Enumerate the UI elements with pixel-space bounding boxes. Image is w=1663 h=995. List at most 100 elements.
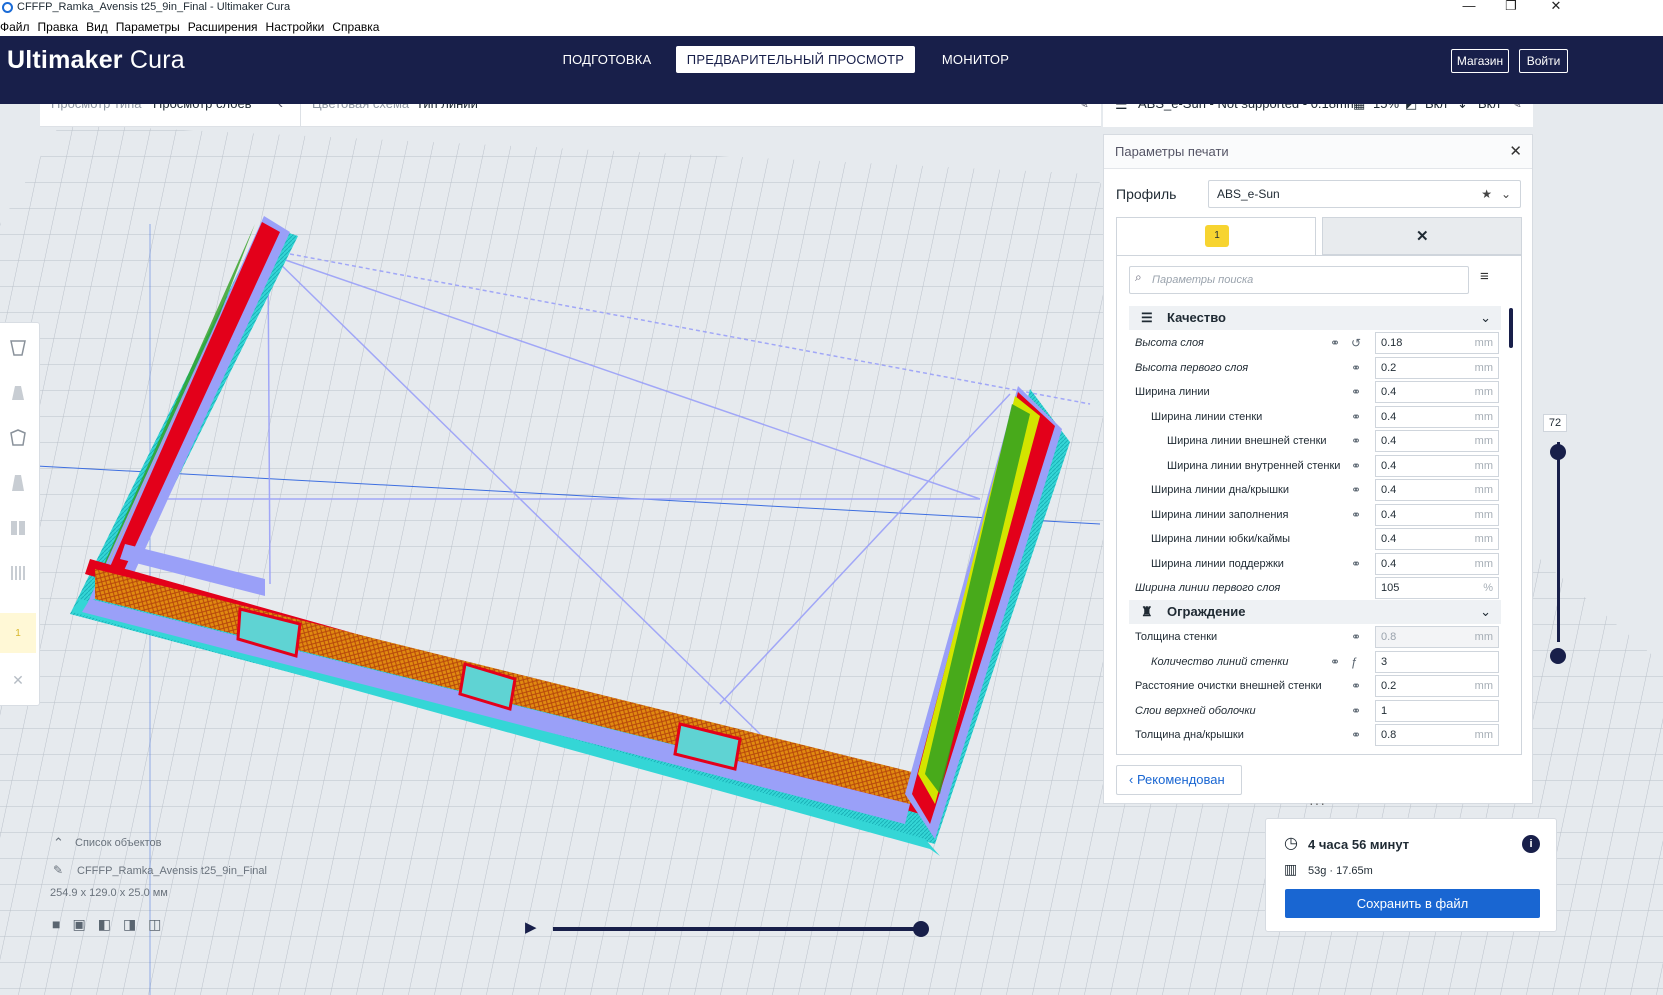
color-scheme-select[interactable]: Тип линии <box>416 104 478 127</box>
collapse-chevron-icon[interactable]: ‹ <box>278 104 283 127</box>
support-blocker-icon[interactable] <box>0 553 36 593</box>
link-icon[interactable]: ⚭ <box>1351 503 1361 527</box>
settings-list[interactable]: Параметры поиска ⌕ ≡ ☰ Качество ⌄ Высота… <box>1116 255 1522 755</box>
stage-monitor[interactable]: МОНИТОР <box>928 46 1023 73</box>
setting-label: Ширина линии стенки <box>1151 410 1263 423</box>
3d-view-icon[interactable]: ■ <box>52 916 60 933</box>
front-view-icon[interactable]: ▣ <box>72 916 85 933</box>
view-type-select[interactable]: Просмотр слоёв <box>153 104 252 127</box>
category-shell[interactable]: ♜ Ограждение ⌄ <box>1129 600 1501 624</box>
layer-slider[interactable]: 72 <box>1543 414 1567 674</box>
upper-layer-handle[interactable] <box>1550 444 1566 460</box>
setting-value-input[interactable]: 0.4 mm <box>1375 381 1499 403</box>
setting-label: Ширина линии внешней стенки <box>1167 435 1327 447</box>
scale-tool-icon[interactable] <box>0 373 36 413</box>
menu-view[interactable]: Вид <box>86 19 108 36</box>
menu-help[interactable]: Справка <box>332 19 379 36</box>
category-quality[interactable]: ☰ Качество ⌄ <box>1129 306 1501 330</box>
menu-edit[interactable]: Правка <box>38 19 79 36</box>
stage-prepare[interactable]: ПОДГОТОВКА <box>548 46 666 73</box>
star-icon[interactable]: ★ <box>1481 181 1492 207</box>
link-icon[interactable]: ⚭ <box>1351 478 1361 502</box>
resize-handle-icon[interactable]: ··· <box>1309 795 1326 811</box>
maximize-button[interactable]: ❐ <box>1488 0 1534 13</box>
link-icon[interactable]: ⚭ <box>1351 723 1361 747</box>
link-icon[interactable]: ⚭ <box>1351 674 1361 698</box>
extruder-1-icon[interactable]: 1 <box>0 613 36 653</box>
function-icon[interactable]: ƒ <box>1351 650 1358 674</box>
extruder-tab-2[interactable]: ✕ <box>1322 217 1522 255</box>
layer-path-slider[interactable]: ▶ <box>520 917 930 939</box>
path-slider-handle[interactable] <box>913 921 929 937</box>
link-icon[interactable]: ⚭ <box>1351 429 1361 453</box>
minimize-button[interactable]: — <box>1446 0 1492 13</box>
object-dimensions: 254.9 x 129.0 x 25.0 мм <box>50 887 168 899</box>
save-to-file-button[interactable]: Сохранить в файл <box>1285 889 1540 918</box>
left-view-icon[interactable]: ◨ <box>123 916 136 933</box>
menu-settings[interactable]: Параметры <box>116 19 180 36</box>
layer-number-input[interactable]: 72 <box>1543 414 1567 432</box>
setting-value-input[interactable]: 0.4 mm <box>1375 479 1499 501</box>
close-window-button[interactable]: ✕ <box>1533 0 1579 13</box>
extruder-tab-1[interactable]: 1 <box>1116 217 1316 255</box>
settings-menu-icon[interactable]: ≡ <box>1480 268 1489 285</box>
setting-value-input[interactable]: 0.2 mm <box>1375 356 1499 379</box>
menu-file[interactable]: Файл <box>0 19 30 36</box>
setting-value-input[interactable]: 0.4 mm <box>1375 552 1499 575</box>
print-setup-summary[interactable]: ☰ ABS_e-Sun - Not supported - 0.18mm ▦ 1… <box>1103 104 1533 127</box>
setting-row: Ширина линии стенки ⚭ 0.4 mm <box>1135 405 1515 429</box>
search-input[interactable]: Параметры поиска <box>1129 266 1469 294</box>
menu-extensions[interactable]: Расширения <box>188 19 258 36</box>
setting-value-input[interactable]: 0.4 mm <box>1375 454 1499 477</box>
disabled-extruder-icon: ✕ <box>1416 228 1429 245</box>
setting-row: Ширина линии внутренней стенки ⚭ 0.4 mm <box>1135 454 1515 478</box>
edit-settings-icon[interactable]: ✎ <box>1511 104 1522 127</box>
mirror-tool-icon[interactable] <box>0 463 36 503</box>
setting-value-input[interactable]: 0.4 mm <box>1375 430 1499 452</box>
link-icon[interactable]: ⚭ <box>1351 552 1361 576</box>
setting-value-input[interactable]: 0.2 mm <box>1375 675 1499 697</box>
link-icon[interactable]: ⚭ <box>1351 454 1361 478</box>
recommended-button[interactable]: ‹ Рекомендован <box>1116 765 1242 795</box>
lower-layer-handle[interactable] <box>1550 648 1566 664</box>
stage-preview[interactable]: ПРЕДВАРИТЕЛЬНЫЙ ПРОСМОТР <box>676 46 915 73</box>
marketplace-button[interactable]: Магазин <box>1451 49 1509 73</box>
rotate-tool-icon[interactable] <box>0 418 36 458</box>
link-icon[interactable]: ⚭ <box>1351 356 1361 380</box>
link-icon[interactable]: ⚭ <box>1351 625 1361 649</box>
profile-select[interactable]: ABS_e-Sun ★ ⌄ <box>1208 180 1521 208</box>
play-icon[interactable]: ▶ <box>525 918 537 936</box>
link-icon[interactable]: ⚭ <box>1351 380 1361 404</box>
link-icon[interactable]: ⚭ <box>1330 331 1340 355</box>
object-list-title[interactable]: Список объектов <box>75 837 275 849</box>
setting-value-input[interactable]: 0.8 mm <box>1375 626 1499 648</box>
setting-row: Ширина линии заполнения ⚭ 0.4 mm <box>1135 503 1515 527</box>
setting-row: Слои верхней оболочки ⚭ 1 <box>1135 699 1515 723</box>
setting-value-input[interactable]: 0.4 mm <box>1375 528 1499 550</box>
link-icon[interactable]: ⚭ <box>1351 405 1361 429</box>
pencil-icon[interactable]: ✎ <box>1078 104 1089 127</box>
setting-value-input[interactable]: 0.4 mm <box>1375 405 1499 428</box>
signin-button[interactable]: Войти <box>1519 49 1568 73</box>
setting-value-input[interactable]: 0.8 mm <box>1375 724 1499 746</box>
move-tool-icon[interactable] <box>0 328 36 368</box>
per-model-settings-icon[interactable] <box>0 508 36 548</box>
info-icon[interactable]: i <box>1522 835 1540 853</box>
close-icon[interactable]: ✕ <box>1509 135 1522 169</box>
link-icon[interactable]: ⚭ <box>1330 650 1340 674</box>
menu-preferences[interactable]: Настройки <box>266 19 325 36</box>
top-view-icon[interactable]: ◧ <box>98 916 111 933</box>
extruder-disabled-icon[interactable]: ✕ <box>0 660 36 700</box>
setting-value-input[interactable]: 105% <box>1375 577 1499 599</box>
link-icon[interactable]: ⚭ <box>1351 699 1361 723</box>
setting-label: Расстояние очистки внешней стенки <box>1135 680 1322 692</box>
summary-adhesion: Вкл <box>1478 104 1500 127</box>
right-view-icon[interactable]: ◫ <box>148 916 161 933</box>
chevron-up-icon[interactable]: ⌃ <box>53 835 64 851</box>
setting-value-input[interactable]: 0.18 mm <box>1375 332 1499 354</box>
summary-support: Вкл <box>1425 104 1447 127</box>
setting-value-input[interactable]: 1 <box>1375 699 1499 722</box>
setting-value-input[interactable]: 0.4 mm <box>1375 503 1499 526</box>
reset-icon[interactable]: ↺ <box>1351 331 1361 355</box>
setting-value-input[interactable]: 3 <box>1375 650 1499 673</box>
